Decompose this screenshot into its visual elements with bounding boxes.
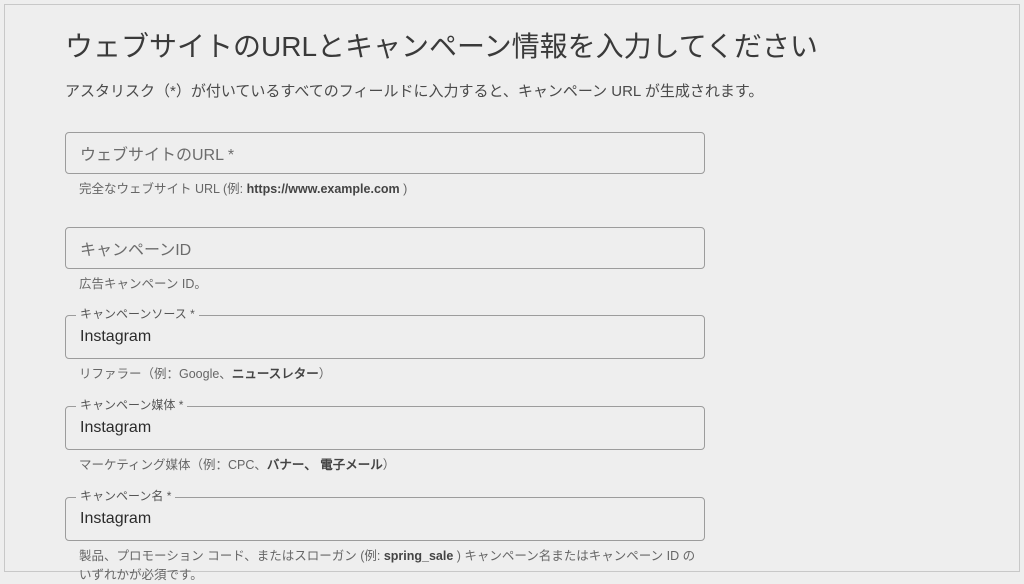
campaign-id-input-container[interactable]: キャンペーンID (65, 227, 705, 269)
website-url-helper: 完全なウェブサイト URL (例: https://www.example.co… (65, 180, 705, 199)
website-url-placeholder: ウェブサイトのURL * (80, 141, 234, 165)
campaign-id-placeholder: キャンペーンID (80, 236, 191, 260)
form-panel: ウェブサイトのURLとキャンペーン情報を入力してください アスタリスク（*）が付… (4, 4, 1020, 572)
campaign-source-input[interactable] (80, 328, 690, 346)
website-url-input-container[interactable]: ウェブサイトのURL * (65, 132, 705, 174)
campaign-medium-input[interactable] (80, 419, 690, 437)
field-campaign-medium: キャンペーン媒体 * マーケティング媒体（例：CPC、バナー、 電子メール） (65, 406, 705, 475)
campaign-medium-helper: マーケティング媒体（例：CPC、バナー、 電子メール） (65, 456, 705, 475)
campaign-medium-label: キャンペーン媒体 * (76, 399, 187, 411)
campaign-medium-input-container[interactable]: キャンペーン媒体 * (65, 406, 705, 450)
campaign-source-label: キャンペーンソース * (76, 308, 199, 320)
campaign-id-helper: 広告キャンペーン ID。 (65, 275, 705, 294)
page-subtitle: アスタリスク（*）が付いているすべてのフィールドに入力すると、キャンペーン UR… (65, 81, 959, 104)
campaign-name-helper: 製品、プロモーション コード、またはスローガン (例: spring_sale … (65, 547, 705, 584)
field-campaign-id: キャンペーンID 広告キャンペーン ID。 (65, 227, 705, 294)
campaign-name-input-container[interactable]: キャンペーン名 * (65, 497, 705, 541)
campaign-name-input[interactable] (80, 510, 690, 528)
page-title: ウェブサイトのURLとキャンペーン情報を入力してください (65, 29, 959, 65)
campaign-source-helper: リファラー（例：Google、ニュースレター） (65, 365, 705, 384)
field-campaign-name: キャンペーン名 * 製品、プロモーション コード、またはスローガン (例: sp… (65, 497, 705, 584)
campaign-source-input-container[interactable]: キャンペーンソース * (65, 315, 705, 359)
field-campaign-source: キャンペーンソース * リファラー（例：Google、ニュースレター） (65, 315, 705, 384)
campaign-name-label: キャンペーン名 * (76, 490, 175, 502)
field-website-url: ウェブサイトのURL * 完全なウェブサイト URL (例: https://w… (65, 132, 705, 199)
